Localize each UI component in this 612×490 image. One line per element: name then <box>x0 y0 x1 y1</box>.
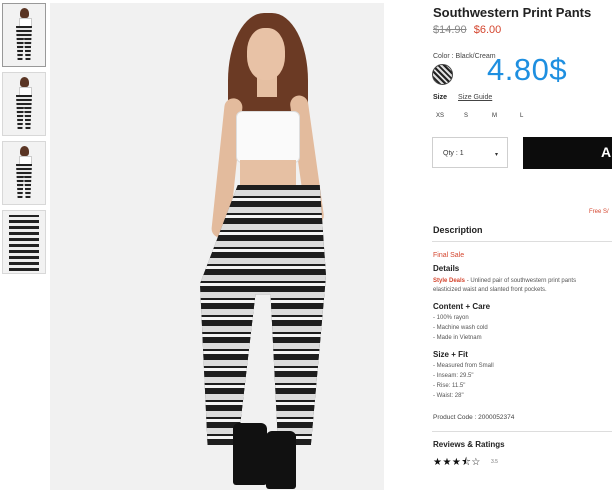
star-rating-icon: ★★★⯪☆ <box>433 457 481 468</box>
list-item: - Inseam: 29.5" <box>433 373 474 379</box>
size-option-m[interactable]: M <box>492 113 520 119</box>
free-shipping-note: Free S/ <box>589 209 609 215</box>
thumbnail-side[interactable] <box>2 72 46 136</box>
thumbnail-detail[interactable] <box>2 210 46 274</box>
details-heading: Details <box>433 264 460 273</box>
model-face <box>247 28 285 80</box>
thumbnail-back[interactable] <box>2 141 46 205</box>
model-boot-left <box>233 423 267 485</box>
size-option-l[interactable]: L <box>520 113 548 119</box>
thumbnail-front[interactable] <box>2 3 46 67</box>
color-swatch-icon[interactable] <box>432 64 453 85</box>
size-fit-heading: Size + Fit <box>433 350 468 359</box>
details-line-2: elasticized waist and slanted front pock… <box>433 287 547 293</box>
model-crop-top <box>236 111 300 163</box>
divider <box>432 241 612 242</box>
details-line-1: - Unlined pair of southwestern print pan… <box>465 278 577 284</box>
product-code: Product Code : 2000052374 <box>433 414 515 421</box>
details-text: Style Deals - Unlined pair of southweste… <box>433 277 612 295</box>
price-row: $14.90 $6.00 <box>433 24 501 36</box>
model-midriff <box>240 160 296 186</box>
reviews-heading[interactable]: Reviews & Ratings <box>433 440 505 449</box>
chevron-down-icon: ▾ <box>494 152 498 158</box>
thumbnail-figure <box>20 77 29 87</box>
details-brand: Style Deals <box>433 278 466 284</box>
size-option-s[interactable]: S <box>464 113 492 119</box>
thumbnail-pants <box>16 26 32 60</box>
thumbnail-pants <box>16 95 32 129</box>
list-item: - Rise: 11.5" <box>433 383 466 389</box>
list-item: - 100% rayon <box>433 315 469 321</box>
divider <box>432 431 612 432</box>
list-item: - Measured from Small <box>433 363 494 369</box>
thumbnail-pants <box>9 215 39 271</box>
model-boot-right <box>266 431 296 489</box>
add-to-bag-label-fragment: A <box>601 144 612 160</box>
thumbnail-list <box>2 3 46 279</box>
size-guide-link[interactable]: Size Guide <box>458 94 492 101</box>
size-label: Size <box>433 94 448 101</box>
size-options: XS S M L <box>436 113 548 119</box>
list-item: - Waist: 28" <box>433 393 464 399</box>
add-to-bag-button[interactable]: A <box>523 137 612 169</box>
quantity-value: Qty : 1 <box>443 150 464 157</box>
description-heading[interactable]: Description <box>433 225 483 235</box>
final-sale-badge: Final Sale <box>433 252 465 259</box>
size-fit-list: - Measured from Small - Inseam: 29.5" - … <box>433 361 494 401</box>
thumbnail-figure <box>20 146 29 156</box>
quantity-select[interactable]: Qty : 1 ▾ <box>432 137 508 168</box>
content-care-list: - 100% rayon - Machine wash cold - Made … <box>433 313 488 343</box>
overlay-price: 4.80$ <box>487 52 568 87</box>
content-care-heading: Content + Care <box>433 302 491 311</box>
product-title: Southwestern Print Pants <box>433 5 592 20</box>
thumbnail-figure <box>20 8 29 18</box>
list-item: - Made in Vietnam <box>433 335 482 341</box>
original-price: $14.90 <box>433 24 467 36</box>
list-item: - Machine wash cold <box>433 325 488 331</box>
rating-value: 3.5 <box>491 459 498 465</box>
main-product-image[interactable] <box>50 3 384 490</box>
size-option-xs[interactable]: XS <box>436 113 464 119</box>
sale-price: $6.00 <box>473 24 502 36</box>
thumbnail-pants <box>16 164 32 198</box>
